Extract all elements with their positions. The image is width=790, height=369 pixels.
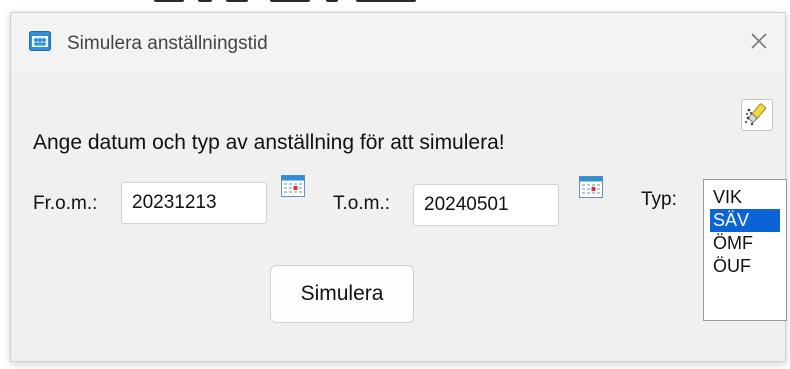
to-date-label: T.o.m.: xyxy=(333,193,391,214)
type-option-sav[interactable]: SÄV xyxy=(710,209,780,232)
close-icon[interactable] xyxy=(747,29,771,53)
instruction-text: Ange datum och typ av anställning för at… xyxy=(33,131,505,154)
to-date-input[interactable] xyxy=(413,184,559,226)
background-window-fragment xyxy=(150,0,450,6)
app-icon xyxy=(29,31,51,51)
clear-form-button[interactable] xyxy=(741,99,773,131)
eraser-icon xyxy=(742,103,772,134)
from-calendar-icon[interactable] xyxy=(281,175,305,197)
type-option-omf[interactable]: ÖMF xyxy=(710,232,780,255)
type-option-ouf[interactable]: ÖUF xyxy=(710,255,780,278)
from-date-input[interactable] xyxy=(121,182,267,224)
type-option-vik[interactable]: VIK xyxy=(710,186,780,209)
title-bar[interactable]: Simulera anställningstid xyxy=(11,13,785,71)
type-listbox[interactable]: VIK SÄV ÖMF ÖUF xyxy=(703,179,787,321)
window-title: Simulera anställningstid xyxy=(67,33,268,54)
simulate-button[interactable]: Simulera xyxy=(270,265,414,323)
dialog-window: Simulera anställningstid Ange datum och … xyxy=(10,12,787,362)
from-date-label: Fr.o.m.: xyxy=(33,193,98,214)
to-calendar-icon[interactable] xyxy=(579,176,603,198)
type-label: Typ: xyxy=(641,189,677,210)
